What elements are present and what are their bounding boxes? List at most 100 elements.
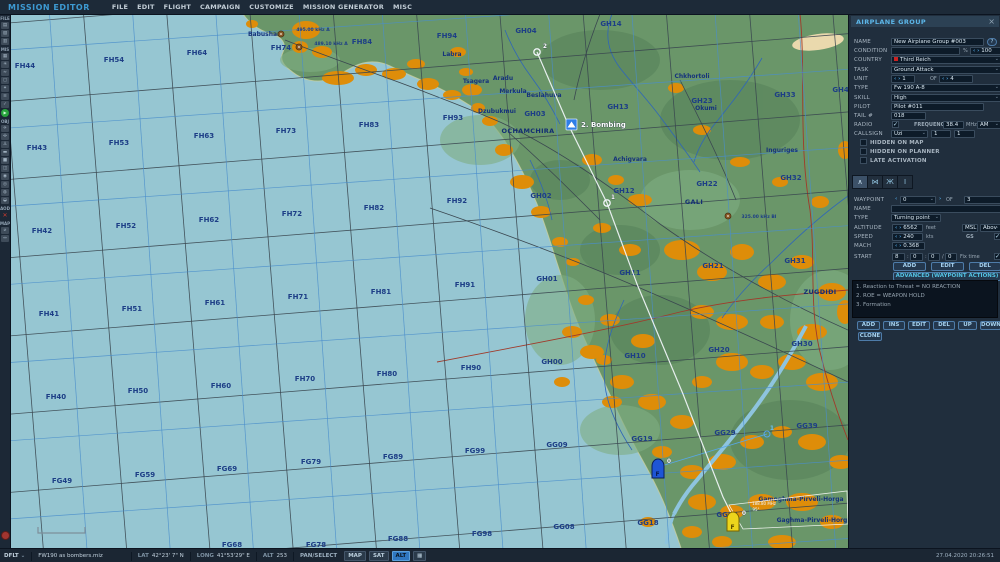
save-mission-icon[interactable]: ▥	[1, 38, 9, 45]
tab-payload[interactable]: ⋈	[867, 175, 883, 189]
parked-aircraft-blue-icon[interactable]: F	[651, 458, 665, 479]
action-del-button[interactable]: DEL	[933, 321, 955, 330]
action-edit-button[interactable]: EDIT	[908, 321, 930, 330]
pilot-input[interactable]: Pilot #011	[891, 103, 984, 111]
template-icon[interactable]: ◫	[1, 165, 9, 172]
callsign-flight-input[interactable]: 1	[954, 129, 975, 138]
parked-aircraft-yellow-icon[interactable]: F	[726, 511, 740, 532]
start-seconds-input[interactable]: 0	[928, 252, 940, 261]
country-select[interactable]: Third Reich	[891, 56, 1000, 64]
unit-count-spinner[interactable]: ‹ › 1	[891, 75, 915, 83]
fix-time-checkbox[interactable]	[994, 252, 1000, 260]
gs-checkbox[interactable]	[994, 233, 1000, 240]
tab-failures[interactable]: Ж	[882, 175, 898, 189]
delete-object-icon[interactable]: ✕	[1, 212, 9, 219]
theater-select[interactable]: DFLT ⌄	[4, 553, 25, 559]
map-canvas[interactable]: FH44 FH54 FH64 FH74 FH84 FH94 GH04 GH14 FH43 FH53…	[10, 14, 848, 548]
action-add-button[interactable]: ADD	[857, 321, 880, 330]
menu-item-mission-generator[interactable]: MISSION GENERATOR	[303, 3, 384, 11]
menu-item-edit[interactable]: EDIT	[137, 3, 155, 11]
view-mode-sat-button[interactable]: SAT	[368, 551, 389, 561]
modulation-select[interactable]: AM	[977, 121, 1000, 129]
grid-label: GH01	[536, 275, 557, 283]
open-mission-icon[interactable]: ▧	[1, 30, 9, 37]
hidden-on-map-checkbox[interactable]	[860, 139, 867, 146]
label-icon[interactable]: ◒	[1, 197, 9, 204]
unit-total-spinner[interactable]: ‹ › 4	[939, 75, 973, 83]
check-icon[interactable]: ✓	[1, 101, 9, 108]
menu-item-misc[interactable]: MISC	[393, 3, 412, 11]
action-ins-button[interactable]: INS	[883, 321, 905, 330]
pan-icon[interactable]: ↔	[1, 235, 9, 242]
probability-spinner[interactable]: ‹ › 100	[970, 47, 1000, 55]
clone-button[interactable]: CLONE	[858, 332, 882, 341]
menu-item-flight[interactable]: FLIGHT	[164, 3, 191, 11]
mach-spinner[interactable]: ‹ › 0.368	[892, 242, 925, 250]
altitude-spinner[interactable]: ‹ › 6562	[892, 223, 923, 232]
waypoint-edit-button[interactable]: EDIT	[931, 262, 964, 271]
speed-spinner[interactable]: ‹ › 240	[892, 233, 923, 241]
weather-icon[interactable]: ☀	[1, 61, 9, 68]
late-activation-checkbox[interactable]	[860, 157, 867, 164]
waypoint-action-item[interactable]: 1. Reaction to Threat = NO REACTION	[856, 283, 994, 292]
measure-icon[interactable]: ⌀	[1, 227, 9, 234]
waypoint-actions-list[interactable]: 1. Reaction to Threat = NO REACTION 2. RO…	[852, 280, 998, 318]
start-minutes-input[interactable]: 0	[910, 252, 923, 261]
view-mode-map-button[interactable]: MAP	[344, 551, 366, 561]
menu-item-customize[interactable]: CUSTOMIZE	[249, 3, 294, 11]
callsign-number-input[interactable]: 1	[931, 129, 951, 138]
waypoint-total-input[interactable]: 3	[964, 196, 1000, 204]
altitude-mode-select[interactable]: Abov	[980, 223, 1000, 232]
helicopter-icon[interactable]: ✣	[1, 133, 9, 140]
waypoint-name-input[interactable]	[891, 205, 1000, 213]
waypoint-type-select[interactable]: Turning point	[891, 214, 941, 222]
waypoint-next-button[interactable]: ›	[939, 196, 941, 202]
static-object-icon[interactable]: ■	[1, 157, 9, 164]
new-mission-icon[interactable]: ▤	[1, 22, 9, 29]
action-up-button[interactable]: UP	[958, 321, 977, 330]
rules-icon[interactable]: ≈	[1, 69, 9, 76]
frequency-input[interactable]: 38.4	[943, 121, 964, 129]
close-icon[interactable]: ×	[988, 17, 995, 26]
tail-number-input[interactable]: 018	[891, 112, 926, 120]
waypoint-action-item[interactable]: 3. Formation	[856, 301, 994, 310]
menu-item-campaign[interactable]: CAMPAIGN	[200, 3, 240, 11]
action-down-button[interactable]: DOWN	[980, 321, 1000, 330]
condition-input[interactable]	[891, 47, 960, 55]
trigger-zone-icon[interactable]: ◎	[1, 181, 9, 188]
callsign-select[interactable]: Uzi	[891, 129, 928, 138]
waypoint-del-button[interactable]: DEL	[969, 262, 1000, 271]
airplane-group-icon[interactable]	[565, 118, 578, 131]
failures-icon[interactable]: ▢	[1, 77, 9, 84]
panel-header[interactable]: AIRPLANE GROUP ×	[851, 16, 999, 27]
fly-mission-icon[interactable]: ▶	[1, 109, 9, 117]
task-select[interactable]: Ground Attack	[891, 65, 1000, 74]
airfield-icon[interactable]: ◉	[1, 173, 9, 180]
ship-icon[interactable]: ⚓	[1, 141, 9, 148]
radio-checkbox[interactable]	[892, 121, 899, 128]
waypoint-add-button[interactable]: ADD	[893, 262, 926, 271]
aircraft-icon[interactable]: ✈	[1, 125, 9, 132]
waypoint-action-item[interactable]: 2. ROE = WEAPON HOLD	[856, 292, 994, 301]
view-mode-alt-button[interactable]: ALT	[391, 551, 411, 561]
waypoint-prev-button[interactable]: ‹	[895, 196, 897, 202]
vehicle-icon[interactable]: ▬	[1, 149, 9, 156]
callsign-row: CALLSIGN Uzi 1 1	[854, 129, 997, 139]
tab-summary[interactable]: Ι	[897, 175, 913, 189]
start-hours-input[interactable]: 8	[892, 252, 905, 261]
summary-icon[interactable]: ≡	[1, 93, 9, 100]
keyboard-layout-button[interactable]: ▦	[413, 551, 427, 561]
waypoint-select[interactable]: 0	[900, 196, 936, 204]
generator-icon[interactable]: ✦	[1, 85, 9, 92]
aircraft-type-select[interactable]: Fw 190 A-8	[891, 84, 1000, 92]
skill-select[interactable]: High	[891, 93, 1000, 102]
hidden-on-planner-checkbox[interactable]	[860, 148, 867, 155]
start-day-input[interactable]: 0	[945, 252, 957, 261]
altitude-ref-box[interactable]: MSL	[962, 223, 978, 232]
menu-item-file[interactable]: FILE	[112, 3, 128, 11]
group-name-input[interactable]: New Airplane Group #003	[891, 38, 984, 46]
bullseye-icon[interactable]: ◍	[1, 189, 9, 196]
help-button[interactable]: ?	[987, 38, 997, 46]
tab-route[interactable]: ∧	[852, 175, 868, 189]
briefing-icon[interactable]: ▦	[1, 53, 9, 60]
